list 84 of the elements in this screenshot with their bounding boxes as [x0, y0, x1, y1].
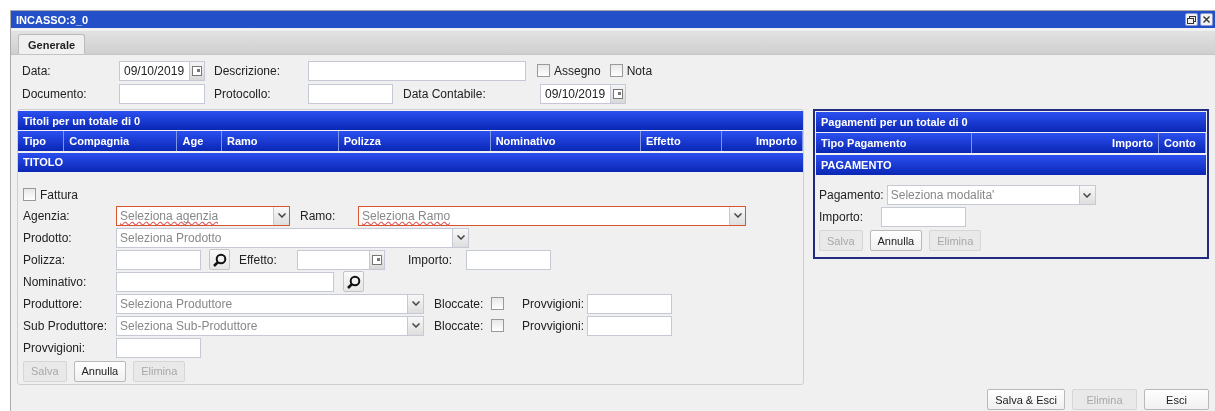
- panel-header: Titoli per un totale di 0: [18, 111, 803, 131]
- checkbox[interactable]: [537, 64, 550, 77]
- text-field[interactable]: [466, 250, 551, 270]
- window-title: INCASSO:3_0: [16, 13, 90, 26]
- field-label: Documento:: [22, 86, 88, 101]
- column-header[interactable]: Tipo: [18, 131, 65, 151]
- checkbox[interactable]: [491, 319, 504, 333]
- action-button[interactable]: Annulla: [869, 230, 923, 251]
- checkbox[interactable]: [23, 188, 36, 202]
- caret-icon: [277, 213, 286, 219]
- search-icon: [346, 275, 361, 289]
- field-label: Importo:: [408, 253, 453, 267]
- field-label: Provvigioni:: [522, 319, 586, 333]
- column-header[interactable]: Conto: [1159, 133, 1206, 153]
- caret-icon: [733, 213, 742, 219]
- field-label: Importo:: [819, 210, 864, 224]
- field-label: Data Contabile:: [403, 86, 487, 101]
- date-field[interactable]: 09/10/2019: [119, 60, 205, 81]
- field-label: Provvigioni:: [23, 341, 87, 355]
- date-field[interactable]: 09/10/2019: [540, 83, 626, 104]
- text-field[interactable]: [116, 250, 201, 270]
- field-label: Bloccate:: [434, 297, 485, 311]
- restore-icon[interactable]: [1185, 13, 1198, 26]
- text-field[interactable]: [881, 207, 966, 227]
- field-label: Nominativo:: [23, 275, 88, 289]
- text-field[interactable]: [119, 83, 205, 104]
- date-field[interactable]: [297, 250, 385, 270]
- field-label: Descrizione:: [214, 63, 282, 78]
- dropdown-field[interactable]: Seleziona Sub-Produttore: [116, 316, 424, 336]
- search-button[interactable]: [209, 249, 230, 271]
- text-field[interactable]: [116, 338, 201, 358]
- search-button[interactable]: [343, 271, 364, 293]
- column-header[interactable]: Importo: [722, 131, 803, 151]
- dropdown-field[interactable]: Seleziona agenzia: [116, 206, 290, 226]
- column-header[interactable]: Compagnia: [64, 131, 178, 151]
- dropdown-field[interactable]: Seleziona Ramo: [358, 206, 746, 226]
- field-label: Polizza:: [23, 253, 67, 267]
- field-label: Bloccate:: [434, 319, 485, 333]
- action-button[interactable]: Annulla: [73, 361, 127, 382]
- panel-header: Pagamenti per un totale di 0: [816, 112, 1206, 132]
- checkbox[interactable]: [491, 297, 504, 311]
- dropdown-field[interactable]: Seleziona Prodotto: [116, 228, 469, 248]
- field-label: Pagamento:: [819, 188, 885, 202]
- section-header: PAGAMENTO: [816, 155, 1206, 175]
- column-header[interactable]: Polizza: [338, 131, 491, 151]
- dropdown-field[interactable]: Seleziona modalita': [886, 185, 1096, 205]
- text-field[interactable]: [116, 272, 334, 292]
- caret-icon: [456, 235, 465, 241]
- close-icon[interactable]: [1200, 13, 1213, 26]
- field-label: Effetto:: [239, 253, 278, 267]
- field-label: Sub Produttore:: [23, 319, 109, 333]
- checkbox-label: Assegno: [554, 63, 601, 78]
- action-button[interactable]: Salva & Esci: [987, 389, 1065, 410]
- tab[interactable]: Generale: [18, 34, 86, 54]
- column-header[interactable]: Importo: [971, 133, 1160, 153]
- field-label: Ramo:: [300, 209, 337, 223]
- column-header[interactable]: Effetto: [640, 131, 723, 151]
- search-icon: [212, 253, 227, 267]
- caret-icon: [411, 323, 420, 329]
- column-header[interactable]: Nominativo: [490, 131, 641, 151]
- text-field[interactable]: [308, 60, 526, 81]
- column-header[interactable]: Tipo Pagamento: [816, 133, 972, 153]
- calendar-icon: [192, 65, 202, 76]
- column-header[interactable]: Age: [177, 131, 222, 151]
- text-field[interactable]: [587, 316, 673, 336]
- field-label: Agenzia:: [23, 209, 71, 223]
- checkbox[interactable]: [609, 64, 623, 77]
- field-label: Protocollo:: [214, 86, 272, 101]
- field-label: Prodotto:: [23, 231, 73, 245]
- section-header: TITOLO: [18, 152, 803, 172]
- field-label: Data:: [22, 63, 52, 78]
- field-label: Provvigioni:: [522, 297, 586, 311]
- checkbox-label: Fattura: [40, 188, 78, 202]
- text-field[interactable]: [587, 294, 673, 314]
- calendar-icon: [372, 255, 382, 265]
- checkbox-label: Nota: [626, 63, 653, 78]
- column-header[interactable]: Ramo: [221, 131, 339, 151]
- dropdown-field[interactable]: Seleziona Produttore: [116, 294, 424, 314]
- caret-icon: [411, 301, 420, 307]
- text-field[interactable]: [308, 83, 393, 104]
- action-button[interactable]: Esci: [1144, 389, 1209, 410]
- calendar-icon: [613, 88, 623, 99]
- caret-icon: [1083, 192, 1092, 198]
- field-label: Produttore:: [23, 297, 84, 311]
